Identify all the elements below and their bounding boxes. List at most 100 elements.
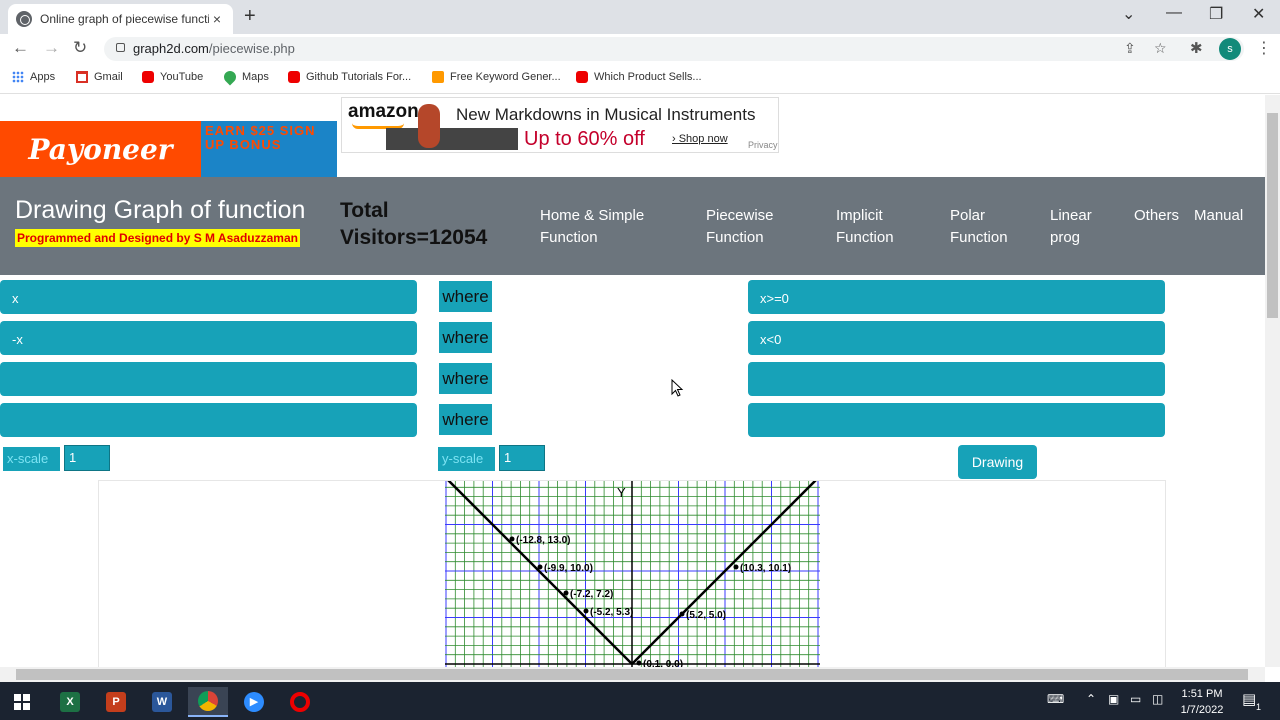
maps-pin-icon — [221, 68, 239, 86]
forward-icon[interactable]: → — [43, 38, 60, 58]
network-icon[interactable]: ◫ — [1152, 692, 1163, 706]
bookmark-maps[interactable]: Maps — [221, 68, 269, 86]
x-scale-input[interactable]: 1 — [64, 445, 110, 471]
where-label-4: where — [439, 404, 492, 435]
start-button[interactable] — [2, 687, 42, 717]
graph-point-label: (-9.9, 10.0) — [544, 563, 593, 574]
function-input-1[interactable]: x — [0, 280, 417, 314]
bookmark-youtube[interactable]: YouTube — [142, 71, 203, 83]
function-input-2[interactable]: -x — [0, 321, 417, 355]
extensions-icon[interactable]: ✱ — [1190, 39, 1203, 57]
function-input-3[interactable] — [0, 362, 417, 396]
amazon-privacy-link[interactable]: Privacy — [748, 140, 778, 150]
tab-title: Online graph of piecewise functi — [40, 12, 209, 26]
graph-point-label: (10.3, 10.1) — [740, 563, 791, 574]
amazon-ad[interactable]: amazon New Markdowns in Musical Instrume… — [341, 97, 779, 153]
back-icon[interactable]: ← — [12, 38, 29, 58]
word-icon: W — [152, 692, 172, 712]
url-text[interactable]: graph2d.com/piecewise.php — [133, 41, 295, 56]
nav-piecewise[interactable]: Piecewise Function — [706, 205, 774, 249]
nav-others[interactable]: Others — [1134, 205, 1179, 227]
bookmark-gmail[interactable]: Gmail — [76, 71, 123, 83]
browser-tab[interactable]: Online graph of piecewise functi × — [8, 4, 233, 34]
opera-icon — [290, 692, 310, 712]
graph-point-label: (-5.2, 5.3) — [590, 607, 633, 618]
bookmark-star-icon[interactable]: ☆ — [1154, 40, 1167, 57]
graph-point-label: (-7.2, 7.2) — [570, 589, 613, 600]
power-icon[interactable]: ▭ — [1130, 692, 1141, 706]
payoneer-promo: EARN $25 SIGN UP BONUS — [201, 121, 337, 177]
function-input-4[interactable] — [0, 403, 417, 437]
close-tab-icon[interactable]: × — [209, 11, 225, 27]
zoom-taskbar-button[interactable]: ▶ — [234, 687, 274, 717]
nav-implicit[interactable]: Implicit Function — [836, 205, 894, 249]
address-bar-row: ← → ↻ graph2d.com/piecewise.php ⇪ ☆ ✱ s … — [0, 34, 1280, 64]
graph-point-label: (5.2, 5.0) — [686, 610, 726, 621]
graph-point-label: (-12.8, 13.0) — [516, 535, 570, 546]
menu-icon[interactable]: ⋮ — [1256, 38, 1272, 58]
nav-home-simple[interactable]: Home & Simple Function — [540, 205, 644, 249]
y-scale-label: y-scale — [438, 447, 495, 471]
minimize-icon[interactable]: — — [1166, 4, 1182, 22]
new-tab-button[interactable]: + — [244, 5, 256, 28]
graph-point-label: (0.1, 0.0) — [643, 659, 683, 667]
y-axis-label: Y — [617, 485, 626, 500]
web-page: Payoneer EARN $25 SIGN UP BONUS amazon N… — [0, 95, 1265, 667]
guitar-image — [418, 104, 440, 148]
amazon-headline: New Markdowns in Musical Instruments — [456, 105, 756, 124]
system-clock[interactable]: 1:51 PM 1/7/2022 — [1172, 686, 1232, 718]
drawing-button[interactable]: Drawing — [958, 445, 1037, 479]
nav-linear-prog[interactable]: Linear prog — [1050, 205, 1092, 249]
notifications-icon[interactable]: ▤ — [1242, 690, 1256, 708]
condition-input-4[interactable] — [748, 403, 1165, 437]
powerpoint-taskbar-button[interactable]: P — [96, 687, 136, 717]
youtube-icon — [288, 71, 300, 83]
graph-point — [636, 660, 642, 666]
tab-search-icon[interactable]: ⌄ — [1122, 4, 1135, 24]
youtube-icon — [576, 71, 588, 83]
meet-now-icon[interactable]: ▣ — [1108, 692, 1119, 706]
reload-icon[interactable]: ↻ — [73, 38, 87, 58]
excel-taskbar-button[interactable]: X — [50, 687, 90, 717]
bookmark-apps[interactable]: Apps — [12, 71, 55, 83]
site-title[interactable]: Drawing Graph of function — [15, 196, 305, 225]
restore-icon[interactable]: ❐ — [1209, 4, 1223, 24]
bookmark-github-tutorials[interactable]: Github Tutorials For... — [288, 71, 411, 83]
x-scale-label: x-scale — [3, 447, 60, 471]
bookmark-free-keyword[interactable]: Free Keyword Gener... — [432, 71, 561, 83]
horizontal-scroll-thumb[interactable] — [16, 669, 1248, 680]
payoneer-logo: Payoneer — [0, 121, 201, 177]
close-window-icon[interactable]: ✕ — [1252, 4, 1265, 24]
zoom-icon: ▶ — [244, 692, 264, 712]
graph-point — [733, 564, 739, 570]
amazon-shop-link[interactable]: › Shop now — [672, 133, 728, 145]
nav-polar[interactable]: Polar Function — [950, 205, 1008, 249]
condition-input-3[interactable] — [748, 362, 1165, 396]
share-icon[interactable]: ⇪ — [1124, 40, 1136, 57]
windows-logo-icon — [14, 694, 30, 710]
globe-icon — [16, 11, 32, 27]
keyboard-image — [386, 128, 518, 150]
amazon-icon — [432, 71, 444, 83]
bookmark-which-product[interactable]: Which Product Sells... — [576, 71, 702, 83]
word-taskbar-button[interactable]: W — [142, 687, 182, 717]
chrome-taskbar-button[interactable] — [188, 687, 228, 717]
vertical-scroll-thumb[interactable] — [1267, 113, 1278, 318]
nav-manual[interactable]: Manual — [1194, 205, 1243, 227]
omnibox[interactable]: graph2d.com/piecewise.php ⇪ ☆ — [104, 37, 1244, 61]
y-scale-input[interactable]: 1 — [499, 445, 545, 471]
site-navbar: Drawing Graph of function Programmed and… — [0, 177, 1265, 275]
tray-chevron-icon[interactable]: ⌃ — [1086, 692, 1096, 706]
graph-canvas[interactable]: Y (-12.8, 13.0) (-9.9, 10.0) (-7.2, 7.2) (-… — [445, 481, 820, 667]
graph-point — [679, 611, 685, 617]
chrome-icon — [198, 691, 218, 711]
notification-count: 1 — [1256, 702, 1262, 712]
opera-taskbar-button[interactable] — [280, 687, 320, 717]
graph-point — [583, 608, 589, 614]
profile-avatar[interactable]: s — [1219, 38, 1241, 60]
amazon-logo: amazon — [348, 101, 419, 122]
keyboard-icon[interactable]: ⌨ — [1047, 692, 1064, 706]
condition-input-1[interactable]: x>=0 — [748, 280, 1165, 314]
payoneer-ad[interactable]: Payoneer EARN $25 SIGN UP BONUS — [0, 121, 337, 177]
condition-input-2[interactable]: x<0 — [748, 321, 1165, 355]
